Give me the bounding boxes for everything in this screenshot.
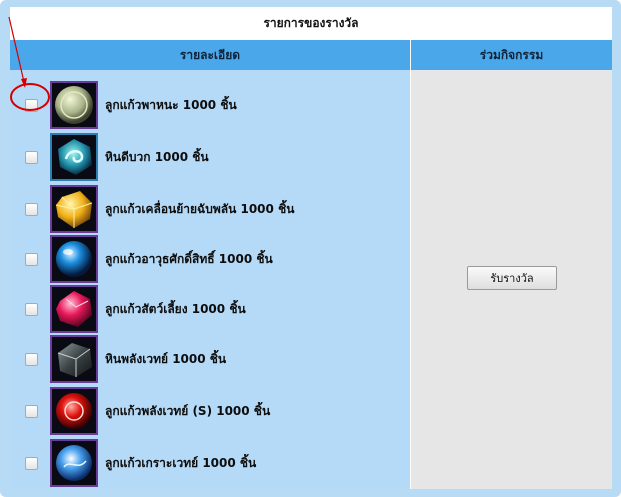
item-checkbox[interactable]: [25, 302, 38, 316]
item-checkbox[interactable]: [25, 202, 38, 216]
item-label: ลูกแก้วสัตว์เลี้ยง 1000 ชิ้น: [105, 301, 246, 316]
dark-stone-icon: [50, 335, 98, 383]
pale-green-orb-icon: [50, 81, 98, 129]
item-checkbox[interactable]: [25, 252, 38, 266]
light-blue-orb-icon: [50, 439, 98, 487]
list-item: ลูกแก้วเกราะเวทย์ 1000 ชิ้น: [10, 438, 410, 488]
list-item: ลูกแก้วสัตว์เลี้ยง 1000 ชิ้น: [10, 284, 410, 334]
item-checkbox[interactable]: [25, 404, 38, 418]
item-label: ลูกแก้วเคลื่อนย้ายฉับพลัน 1000 ชิ้น: [105, 201, 295, 216]
item-checkbox[interactable]: [25, 150, 38, 164]
activity-column: รับรางวัล: [411, 70, 612, 489]
item-checkbox[interactable]: [25, 352, 38, 366]
item-checkbox[interactable]: [25, 98, 38, 112]
table-header: รายละเอียด ร่วมกิจกรรม: [10, 40, 612, 70]
list-item: ลูกแก้วอาวุธศักดิ์สิทธิ์ 1000 ชิ้น: [10, 234, 410, 284]
claim-reward-button[interactable]: รับรางวัล: [467, 266, 557, 290]
item-label: หินพลังเวทย์ 1000 ชิ้น: [105, 351, 227, 366]
item-label: ลูกแก้วเกราะเวทย์ 1000 ชิ้น: [105, 455, 257, 470]
red-orb-icon: [50, 387, 98, 435]
details-column-header: รายละเอียด: [10, 40, 411, 70]
list-item: หินพลังเวทย์ 1000 ชิ้น: [10, 334, 410, 384]
list-item: ลูกแก้วพลังเวทย์ (S) 1000 ชิ้น: [10, 386, 410, 436]
pink-gem-icon: [50, 285, 98, 333]
item-label: ลูกแก้วพาหนะ 1000 ชิ้น: [105, 97, 237, 112]
list-item: ลูกแก้วพาหนะ 1000 ชิ้น: [10, 80, 410, 130]
activity-column-header: ร่วมกิจกรรม: [479, 47, 544, 62]
item-label: หินดีบวก 1000 ชิ้น: [105, 149, 209, 164]
item-label: ลูกแก้วพลังเวทย์ (S) 1000 ชิ้น: [105, 403, 271, 418]
yellow-crystal-icon: [50, 185, 98, 233]
panel-title: รายการของรางวัล: [263, 16, 359, 30]
list-item: ลูกแก้วเคลื่อนย้ายฉับพลัน 1000 ชิ้น: [10, 184, 410, 234]
item-checkbox[interactable]: [25, 456, 38, 470]
outer-frame: รายการของรางวัล รายละเอียด ร่วมกิจกรรม ล…: [0, 0, 621, 497]
teal-swirl-stone-icon: [50, 133, 98, 181]
items-list: ลูกแก้วพาหนะ 1000 ชิ้น หินดีบวก 1000 ชิ้…: [10, 70, 411, 489]
item-label: ลูกแก้วอาวุธศักดิ์สิทธิ์ 1000 ชิ้น: [105, 251, 273, 266]
rewards-panel: รายการของรางวัล รายละเอียด ร่วมกิจกรรม ล…: [10, 7, 612, 489]
blue-orb-icon: [50, 235, 98, 283]
list-item: หินดีบวก 1000 ชิ้น: [10, 132, 410, 182]
